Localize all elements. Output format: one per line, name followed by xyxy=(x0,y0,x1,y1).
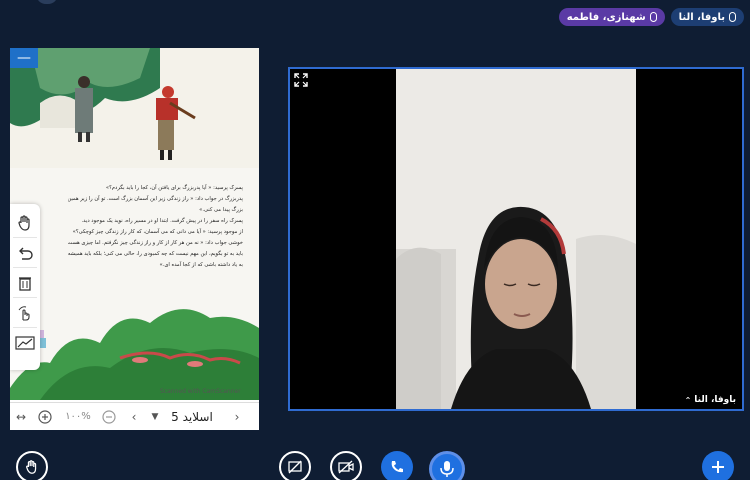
minus-icon: — xyxy=(17,50,31,66)
plus-icon xyxy=(712,461,724,473)
user-name: باوفا، النا xyxy=(678,11,725,23)
undo-icon xyxy=(19,247,33,260)
scan-caption: Scanned with CamScanner xyxy=(160,388,241,395)
raise-hand-button[interactable] xyxy=(16,451,48,480)
pointer-hand-icon xyxy=(18,305,30,321)
user-tag[interactable]: باوفا، النا xyxy=(670,8,744,26)
delete-button[interactable] xyxy=(13,268,37,298)
next-slide-button[interactable]: › xyxy=(222,403,252,431)
zoom-in-button[interactable] xyxy=(32,403,58,431)
undo-button[interactable] xyxy=(13,238,37,268)
actions-button[interactable] xyxy=(702,451,734,480)
user-tag[interactable]: شهنازی، فاطمه xyxy=(558,8,665,26)
text-line: پسرک پرسید: « آیا پدربزرگ برای یافتن آن،… xyxy=(105,185,243,191)
fit-width-button[interactable]: ↔ xyxy=(10,403,32,431)
chevron-right-icon: › xyxy=(234,409,240,424)
caret-up-icon: ⌃ xyxy=(684,395,692,405)
user-name: باوفا، النا xyxy=(694,395,736,405)
webcam-panel: باوفا، النا ⌃ xyxy=(288,67,744,411)
fullscreen-icon[interactable] xyxy=(294,73,308,87)
text-line: خوشی جواب داد: « نه من هر کار از کار و ر… xyxy=(68,240,243,246)
slide-page: پسرک پرسید: « آیا پدربزرگ برای یافتن آن،… xyxy=(10,48,259,400)
illustration-bottom xyxy=(10,309,259,400)
top-indicator xyxy=(36,0,58,4)
illustration-top xyxy=(10,48,259,168)
chart-line-icon xyxy=(15,336,35,350)
presentation-controls: ↔ ۱۰۰% ‹ ▼ اسلاید 5 › xyxy=(10,402,259,430)
slide-selector[interactable]: اسلاید 5 xyxy=(162,403,222,431)
zoom-level: ۱۰۰% xyxy=(65,411,91,422)
microphone-icon xyxy=(440,461,454,477)
line-tool-button[interactable] xyxy=(13,328,37,358)
text-line: باید به تو بگویم، این مهم نیست که چه کمب… xyxy=(68,251,243,257)
webcam-video xyxy=(396,69,636,409)
slide-dropdown-button[interactable]: ▼ xyxy=(148,403,162,431)
plus-circle-icon xyxy=(38,409,52,424)
webcam-user-label: باوفا، النا ⌃ xyxy=(685,395,736,405)
raise-hand-icon xyxy=(26,460,37,474)
phone-icon xyxy=(391,461,403,473)
fit-width-icon: ↔ xyxy=(15,409,27,424)
camera-off-icon xyxy=(338,460,354,474)
microphone-icon xyxy=(729,12,736,22)
user-name: شهنازی، فاطمه xyxy=(566,11,646,23)
screen-share-off-icon xyxy=(288,460,302,474)
minus-circle-icon xyxy=(102,409,116,424)
microphone-icon xyxy=(649,12,657,22)
previous-slide-button[interactable]: ‹ xyxy=(120,403,148,431)
whiteboard-toolbar xyxy=(10,204,40,370)
hand-tool-button[interactable] xyxy=(13,208,37,238)
text-line: بزرگ پیدا می کنی.» xyxy=(199,207,243,213)
audio-button[interactable] xyxy=(381,451,413,480)
microphone-button[interactable] xyxy=(429,451,465,480)
trash-icon xyxy=(19,276,31,291)
screen-share-button[interactable] xyxy=(279,451,311,480)
slide-text: پسرک پرسید: « آیا پدربزرگ برای یافتن آن،… xyxy=(68,183,243,271)
active-speakers: باوفا، النا شهنازی، فاطمه xyxy=(558,8,744,26)
presentation-area: پسرک پرسید: « آیا پدربزرگ برای یافتن آن،… xyxy=(10,48,259,430)
text-line: از موجود پرسید: « آیا می دانی که می آسما… xyxy=(72,229,243,235)
zoom-out-button[interactable] xyxy=(98,403,120,431)
pan-tool-button[interactable] xyxy=(13,298,37,328)
caret-down-icon: ▼ xyxy=(151,411,159,422)
chevron-left-icon: ‹ xyxy=(131,409,137,424)
text-line: پسرک راه سفر را در پیش گرفت. ابتدا او در… xyxy=(81,218,243,224)
minimize-presentation-button[interactable]: — xyxy=(10,48,38,68)
camera-button[interactable] xyxy=(330,451,362,480)
hand-icon xyxy=(18,214,30,231)
text-line: پدربزرگ در جواب داد: « راز زندگی زیر این… xyxy=(68,196,243,202)
text-line: به یاد داشته باشی که از کجا آمده ای.» xyxy=(159,262,243,268)
